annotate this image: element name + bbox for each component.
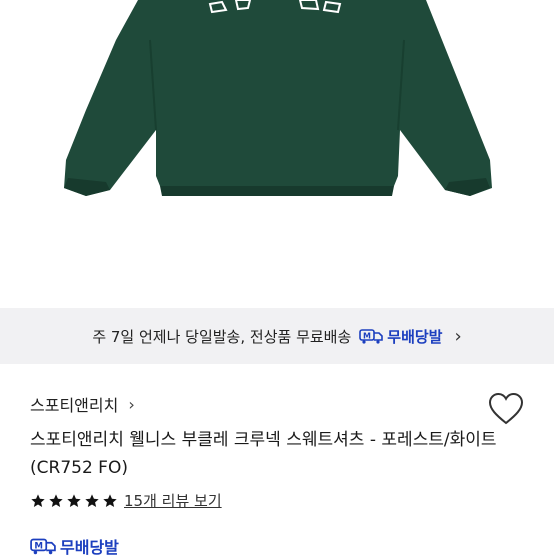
star-rating	[30, 493, 118, 509]
svg-text:M: M	[363, 332, 371, 341]
banner-badge: M 무배당발	[359, 326, 442, 347]
star-icon	[103, 493, 117, 507]
star-icon	[31, 493, 45, 507]
chevron-right-icon: ›	[454, 325, 462, 347]
sweatshirt-image	[64, 0, 492, 196]
star-icon	[85, 493, 99, 507]
svg-text:M: M	[34, 542, 43, 552]
star-icon	[49, 493, 63, 507]
product-image[interactable]	[0, 0, 554, 308]
banner-badge-label: 무배당발	[387, 327, 443, 346]
star-icon	[67, 493, 81, 507]
rating-row: 15개 리뷰 보기	[30, 490, 222, 511]
chevron-right-icon: ›	[128, 394, 135, 414]
m-delivery-icon: M	[359, 329, 384, 344]
delivery-banner[interactable]: 주 7일 언제나 당일발송, 전상품 무료배송 M 무배당발 ›	[0, 308, 554, 364]
free-shipping-badge: M 무배당발	[30, 534, 119, 558]
product-title: 스포티앤리치 웰니스 부클레 크루넥 스웨트셔츠 - 포레스트/화이트 (CR7…	[30, 430, 497, 478]
m-delivery-icon: M	[30, 538, 56, 555]
shipping-badge-label: 무배당발	[60, 538, 119, 557]
brand-name: 스포티앤리치	[30, 396, 119, 415]
review-link[interactable]: 15개 리뷰 보기	[124, 490, 222, 511]
brand-link[interactable]: 스포티앤리치 ›	[30, 392, 135, 416]
banner-text: 주 7일 언제나 당일발송, 전상품 무료배송	[92, 327, 352, 346]
heart-icon[interactable]	[488, 392, 524, 426]
